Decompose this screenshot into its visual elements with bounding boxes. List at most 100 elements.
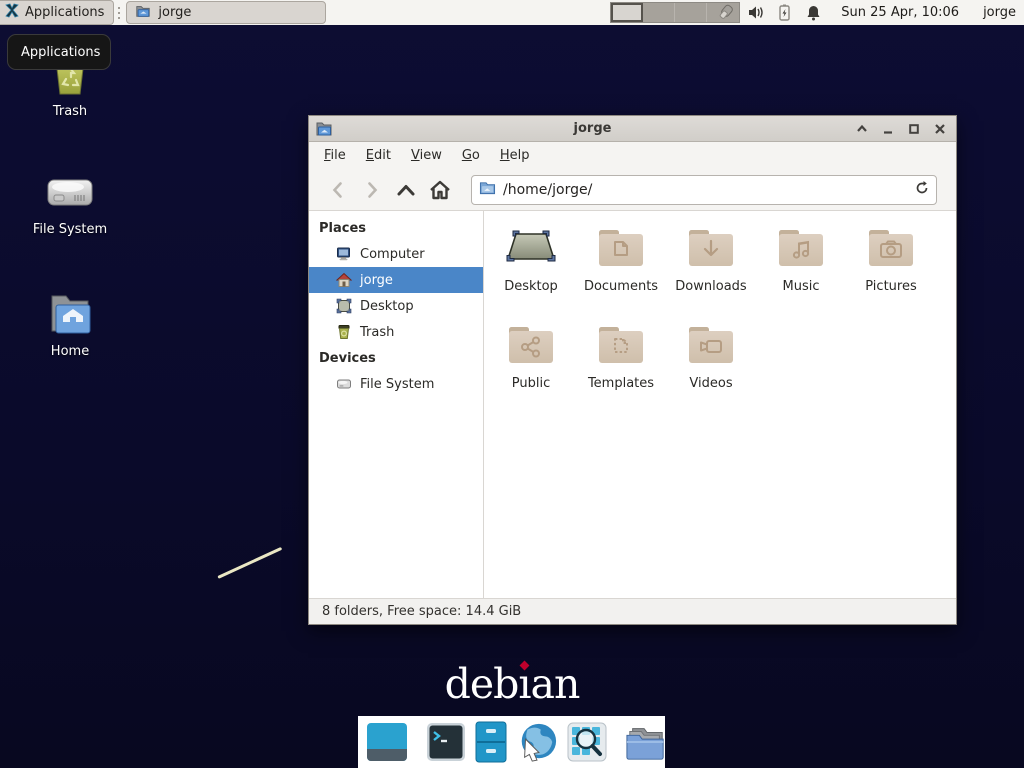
documents-folder-icon bbox=[593, 221, 649, 275]
desktop-icon-label: File System bbox=[33, 222, 107, 237]
downloads-folder-icon bbox=[683, 221, 739, 275]
tooltip-text: Applications bbox=[21, 45, 100, 60]
workspace-3[interactable] bbox=[675, 3, 707, 22]
folder-window-icon bbox=[135, 3, 151, 23]
dock-show-desktop[interactable] bbox=[366, 721, 408, 763]
sidebar-item-label: Desktop bbox=[360, 299, 414, 314]
sidebar-item-trash[interactable]: Trash bbox=[309, 319, 483, 345]
file-item-pictures[interactable]: Pictures bbox=[846, 221, 936, 318]
sidebar-places-header: Places bbox=[309, 215, 483, 241]
workspace-2[interactable] bbox=[643, 3, 675, 22]
file-item-label: Downloads bbox=[675, 279, 746, 294]
home-button[interactable] bbox=[423, 174, 457, 206]
sidebar-devices-header: Devices bbox=[309, 345, 483, 371]
sidebar-item-file-system[interactable]: File System bbox=[309, 371, 483, 397]
menu-view[interactable]: View bbox=[402, 144, 451, 167]
notifications-bell-icon[interactable] bbox=[804, 3, 823, 22]
file-item-documents[interactable]: Documents bbox=[576, 221, 666, 318]
dock-terminal[interactable] bbox=[426, 721, 466, 763]
file-manager-window: jorge File Edit View Go Help bbox=[308, 115, 957, 625]
menu-go[interactable]: Go bbox=[453, 144, 489, 167]
pictures-folder-icon bbox=[863, 221, 919, 275]
xfce-applications-icon bbox=[4, 3, 20, 23]
dock bbox=[358, 716, 665, 768]
path-text[interactable]: /home/jorge/ bbox=[503, 182, 914, 198]
window-title: jorge bbox=[333, 121, 852, 136]
status-bar: 8 folders, Free space: 14.4 GiB bbox=[309, 598, 956, 624]
home-folder-icon bbox=[46, 290, 94, 338]
menu-file[interactable]: File bbox=[315, 144, 355, 167]
file-list: Desktop Documents bbox=[484, 211, 956, 598]
input-device-icon[interactable] bbox=[717, 3, 736, 22]
file-item-templates[interactable]: Templates bbox=[576, 318, 666, 415]
file-item-label: Videos bbox=[689, 376, 732, 391]
path-bar[interactable]: /home/jorge/ bbox=[471, 175, 937, 205]
public-folder-icon bbox=[503, 318, 559, 372]
sidebar-item-label: Computer bbox=[360, 247, 425, 262]
videos-folder-icon bbox=[683, 318, 739, 372]
up-button[interactable] bbox=[389, 174, 423, 206]
file-item-downloads[interactable]: Downloads bbox=[666, 221, 756, 318]
file-item-desktop[interactable]: Desktop bbox=[486, 221, 576, 318]
close-button[interactable] bbox=[930, 119, 950, 139]
trash-small-icon bbox=[335, 324, 352, 341]
taskbar-window-label: jorge bbox=[158, 5, 191, 20]
menu-edit[interactable]: Edit bbox=[357, 144, 400, 167]
maximize-button[interactable] bbox=[904, 119, 924, 139]
window-titlebar[interactable]: jorge bbox=[309, 116, 956, 142]
desktop-artifact-line bbox=[217, 547, 282, 579]
file-item-public[interactable]: Public bbox=[486, 318, 576, 415]
top-panel: Applications jorge bbox=[0, 0, 1024, 25]
volume-icon[interactable] bbox=[746, 3, 765, 22]
taskbar-window-button[interactable]: jorge bbox=[126, 1, 326, 24]
battery-icon[interactable] bbox=[775, 3, 794, 22]
sidebar-item-label: File System bbox=[360, 377, 434, 392]
panel-clock[interactable]: Sun 25 Apr, 10:06 bbox=[841, 5, 959, 20]
debian-logo-text: an bbox=[531, 660, 580, 708]
dock-app-finder[interactable] bbox=[567, 721, 607, 763]
hard-drive-icon bbox=[46, 168, 94, 216]
sidebar-item-computer[interactable]: Computer bbox=[309, 241, 483, 267]
debian-logo-text: deb bbox=[445, 660, 519, 708]
sidebar-item-jorge[interactable]: jorge bbox=[309, 267, 483, 293]
applications-menu-button[interactable]: Applications bbox=[0, 0, 114, 25]
desktop-root: Applications jorge bbox=[0, 0, 1024, 768]
file-item-label: Desktop bbox=[504, 279, 558, 294]
debian-logo: debıan bbox=[0, 660, 1024, 708]
file-item-label: Templates bbox=[588, 376, 654, 391]
sidebar-item-desktop[interactable]: Desktop bbox=[309, 293, 483, 319]
menu-help[interactable]: Help bbox=[491, 144, 539, 167]
file-item-label: Music bbox=[783, 279, 820, 294]
desktop-icon-filesystem[interactable]: File System bbox=[22, 168, 118, 237]
applications-menu-label: Applications bbox=[25, 5, 104, 20]
desktop-icon bbox=[335, 298, 352, 315]
dock-file-manager[interactable] bbox=[625, 721, 667, 763]
dock-web-browser[interactable] bbox=[516, 721, 558, 763]
applications-tooltip: Applications bbox=[7, 34, 111, 70]
desktop-icon-label: Home bbox=[51, 344, 89, 359]
workspace-1[interactable] bbox=[611, 3, 643, 22]
file-item-label: Public bbox=[512, 376, 550, 391]
dock-file-cabinet[interactable] bbox=[475, 721, 507, 763]
shade-button[interactable] bbox=[852, 119, 872, 139]
minimize-button[interactable] bbox=[878, 119, 898, 139]
desktop-icon-label: Trash bbox=[53, 104, 87, 119]
panel-handle bbox=[116, 4, 122, 22]
toolbar: /home/jorge/ bbox=[309, 169, 956, 211]
templates-folder-icon bbox=[593, 318, 649, 372]
forward-button[interactable] bbox=[355, 174, 389, 206]
file-item-videos[interactable]: Videos bbox=[666, 318, 756, 415]
panel-user-label[interactable]: jorge bbox=[983, 5, 1016, 20]
desktop-icon-home[interactable]: Home bbox=[22, 290, 118, 359]
reload-button[interactable] bbox=[914, 180, 930, 200]
desktop-folder-icon bbox=[503, 221, 559, 275]
computer-icon bbox=[335, 246, 352, 263]
file-item-music[interactable]: Music bbox=[756, 221, 846, 318]
drive-icon bbox=[335, 376, 352, 393]
window-home-folder-icon bbox=[315, 120, 333, 138]
back-button[interactable] bbox=[321, 174, 355, 206]
sidebar-item-label: jorge bbox=[360, 273, 393, 288]
file-item-label: Pictures bbox=[865, 279, 916, 294]
menu-bar: File Edit View Go Help bbox=[309, 142, 956, 169]
home-icon bbox=[335, 272, 352, 289]
